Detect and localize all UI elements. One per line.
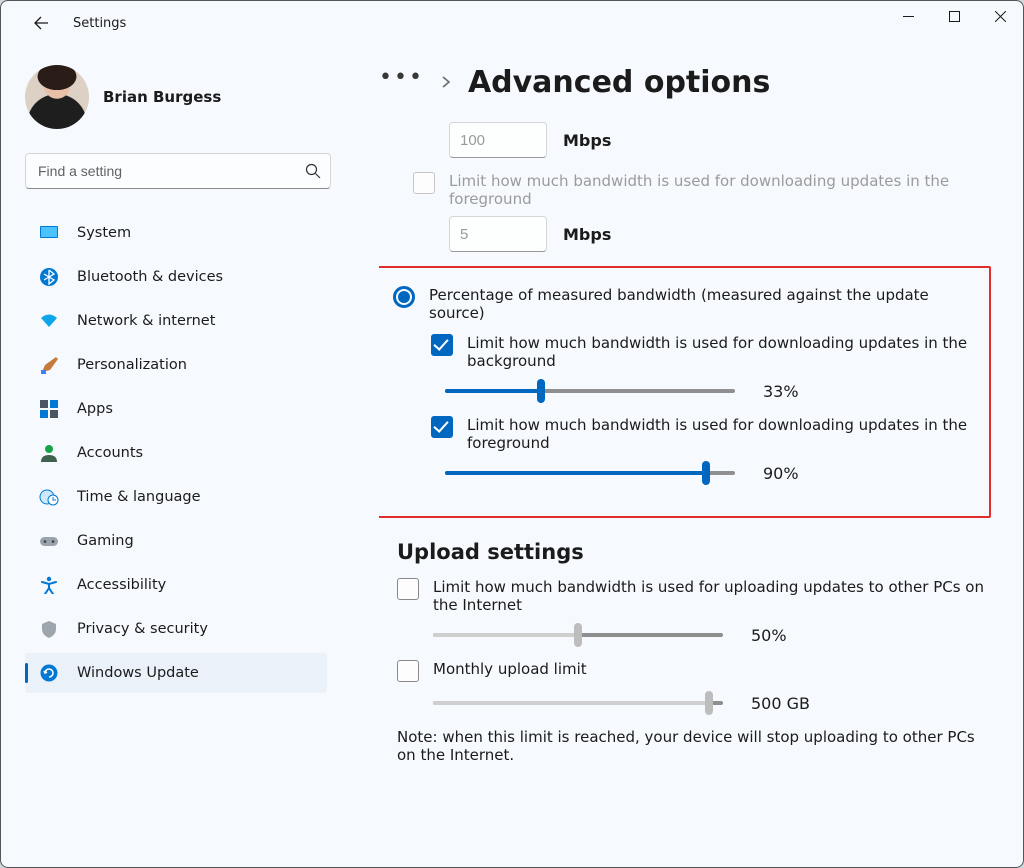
mbps-unit: Mbps <box>563 225 611 244</box>
sidebar-item-gaming[interactable]: Gaming <box>25 521 327 561</box>
absolute-bg-input[interactable] <box>449 122 547 158</box>
sidebar-item-windows-update[interactable]: Windows Update <box>25 653 327 693</box>
upload-limit-value: 50% <box>751 626 811 645</box>
pct-fg-checkbox[interactable] <box>431 416 453 438</box>
sidebar-item-network[interactable]: Network & internet <box>25 301 327 341</box>
sidebar-item-label: Windows Update <box>77 665 199 681</box>
settings-window: Settings Brian Burgess <box>0 0 1024 868</box>
shield-icon <box>39 619 59 639</box>
avatar <box>25 65 89 129</box>
absolute-fg-label: Limit how much bandwidth is used for dow… <box>449 172 991 208</box>
pct-bg-check-row: Limit how much bandwidth is used for dow… <box>431 334 969 370</box>
sidebar-item-label: Apps <box>77 401 113 417</box>
pct-bg-checkbox[interactable] <box>431 334 453 356</box>
monthly-limit-label: Monthly upload limit <box>433 660 587 678</box>
sidebar-item-accessibility[interactable]: Accessibility <box>25 565 327 605</box>
search-input[interactable] <box>25 153 331 189</box>
breadcrumb: ••• Advanced options <box>379 65 1013 100</box>
sidebar-item-label: Personalization <box>77 357 187 373</box>
main-content: ••• Advanced options Mbps Limit how much… <box>331 45 1023 867</box>
accessibility-icon <box>39 575 59 595</box>
sidebar-item-label: Bluetooth & devices <box>77 269 223 285</box>
bluetooth-icon <box>39 267 59 287</box>
maximize-button[interactable] <box>931 1 977 31</box>
search-icon <box>305 163 321 179</box>
sidebar-item-label: Accounts <box>77 445 143 461</box>
system-icon <box>39 223 59 243</box>
globe-clock-icon <box>39 487 59 507</box>
sidebar-item-label: System <box>77 225 131 241</box>
person-icon <box>39 443 59 463</box>
profile[interactable]: Brian Burgess <box>25 65 327 129</box>
absolute-fg-row: Mbps <box>449 216 991 252</box>
upload-limit-slider[interactable] <box>433 624 723 646</box>
absolute-bg-row: Mbps <box>449 122 991 158</box>
breadcrumb-more-button[interactable]: ••• <box>379 76 424 80</box>
sidebar-item-label: Privacy & security <box>77 621 208 637</box>
pct-fg-value: 90% <box>763 464 823 483</box>
upload-settings-heading: Upload settings <box>397 540 991 564</box>
sidebar-item-privacy[interactable]: Privacy & security <box>25 609 327 649</box>
back-arrow-icon <box>33 15 49 31</box>
sidebar-item-label: Time & language <box>77 489 201 505</box>
upload-limit-checkbox[interactable] <box>397 578 419 600</box>
pct-fg-check-row: Limit how much bandwidth is used for dow… <box>431 416 969 452</box>
pct-bg-value: 33% <box>763 382 823 401</box>
upload-limit-label: Limit how much bandwidth is used for upl… <box>433 578 991 614</box>
search-box[interactable] <box>25 153 331 189</box>
update-icon <box>39 663 59 683</box>
chevron-right-icon <box>440 73 452 92</box>
close-button[interactable] <box>977 1 1023 31</box>
absolute-fg-input[interactable] <box>449 216 547 252</box>
percentage-radio-label: Percentage of measured bandwidth (measur… <box>429 286 969 322</box>
pct-fg-slider[interactable] <box>445 462 735 484</box>
nav-list: System Bluetooth & devices Network & int… <box>25 213 327 693</box>
monthly-limit-check-row: Monthly upload limit <box>397 660 991 682</box>
mbps-unit: Mbps <box>563 131 611 150</box>
upload-note: Note: when this limit is reached, your d… <box>397 728 991 764</box>
sidebar-item-label: Gaming <box>77 533 134 549</box>
sidebar-item-accounts[interactable]: Accounts <box>25 433 327 473</box>
wifi-icon <box>39 311 59 331</box>
percentage-radio-row: Percentage of measured bandwidth (measur… <box>393 286 969 322</box>
apps-icon <box>39 399 59 419</box>
monthly-limit-slider[interactable] <box>433 692 723 714</box>
monthly-limit-checkbox[interactable] <box>397 660 419 682</box>
monthly-limit-value: 500 GB <box>751 694 811 713</box>
monthly-limit-slider-row: 500 GB <box>433 692 991 714</box>
pct-bg-slider[interactable] <box>445 380 735 402</box>
page-title: Advanced options <box>468 65 770 100</box>
absolute-fg-check-row: Limit how much bandwidth is used for dow… <box>413 172 991 208</box>
sidebar-item-bluetooth[interactable]: Bluetooth & devices <box>25 257 327 297</box>
content-scroll[interactable]: Mbps Limit how much bandwidth is used fo… <box>379 118 1013 858</box>
sidebar-item-time-language[interactable]: Time & language <box>25 477 327 517</box>
pct-fg-label: Limit how much bandwidth is used for dow… <box>467 416 969 452</box>
window-controls <box>885 1 1023 31</box>
sidebar-item-apps[interactable]: Apps <box>25 389 327 429</box>
sidebar: Brian Burgess System Bluetooth & devices <box>1 45 331 867</box>
minimize-button[interactable] <box>885 1 931 31</box>
sidebar-item-label: Accessibility <box>77 577 166 593</box>
controller-icon <box>39 531 59 551</box>
pct-bg-slider-row: 33% <box>445 380 969 402</box>
brush-icon <box>39 355 59 375</box>
sidebar-item-label: Network & internet <box>77 313 215 329</box>
pct-bg-label: Limit how much bandwidth is used for dow… <box>467 334 969 370</box>
percentage-block: Percentage of measured bandwidth (measur… <box>379 266 991 518</box>
sidebar-item-system[interactable]: System <box>25 213 327 253</box>
profile-name: Brian Burgess <box>103 88 221 106</box>
title-bar: Settings <box>1 1 1023 45</box>
absolute-fg-checkbox[interactable] <box>413 172 435 194</box>
pct-fg-slider-row: 90% <box>445 462 969 484</box>
percentage-radio[interactable] <box>393 286 415 308</box>
back-button[interactable] <box>25 7 57 39</box>
window-title: Settings <box>73 16 126 31</box>
upload-limit-check-row: Limit how much bandwidth is used for upl… <box>397 578 991 614</box>
upload-limit-slider-row: 50% <box>433 624 991 646</box>
sidebar-item-personalization[interactable]: Personalization <box>25 345 327 385</box>
